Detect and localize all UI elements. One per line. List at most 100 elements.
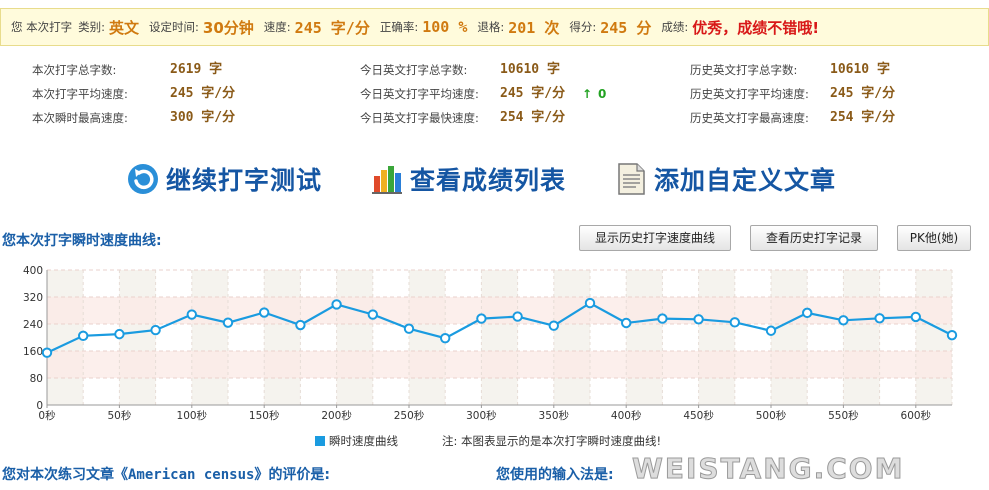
refresh-icon [128,164,158,194]
speed-curve-title: 您本次打字瞬时速度曲线: [2,233,162,249]
data-point [476,313,487,324]
data-point [367,309,378,320]
stat-label: 历史英文打字平均速度: [690,87,809,101]
stat-label: 历史英文打字总字数: [690,63,798,77]
y-axis-labels: 080160240320400 [23,265,43,412]
stat-value: 254 字/分 [830,110,896,125]
x-tick-label: 350秒 [539,409,570,422]
grade-label: 成绩: [661,20,689,34]
backspace-value: 201 次 [508,18,560,37]
data-point [114,328,125,340]
data-point [440,332,451,344]
data-point [802,307,813,319]
data-point [222,317,234,328]
legend-swatch [315,436,325,446]
stat-value: 10610 字 [830,62,890,77]
pk-button[interactable]: PK他(她) [897,225,971,251]
accuracy-value: 100 % [422,18,468,36]
y-tick-label: 160 [23,346,43,358]
statistics-panel: 本次打字总字数: 2619 字 本次打字平均速度: 245 字/分 本次瞬时最高… [0,58,989,134]
rating-prefix: 您对本次练习文章 [2,467,114,483]
stat-label: 今日英文打字总字数: [360,63,468,77]
stat-value: 254 字/分 [500,110,566,125]
column-band [771,270,808,405]
data-point [78,330,89,342]
x-tick-label: 0秒 [38,409,56,422]
backspace-label: 退格: [477,20,505,34]
column-band [481,270,518,405]
view-history-records-button[interactable]: 查看历史打字记录 [750,225,878,251]
stat-label: 今日英文打字最快速度: [360,111,479,125]
data-point [403,323,415,334]
speed-value: 245 字/分 [294,18,370,37]
show-history-curve-button[interactable]: 显示历史打字速度曲线 [579,225,731,251]
arrow-up-icon: ↑ [582,87,593,101]
y-tick-label: 240 [23,319,43,331]
stat-value: 245 字/分 [830,86,896,101]
x-tick-label: 200秒 [321,409,352,422]
chart-bands [47,270,952,405]
time-label: 设定时间: [149,20,199,34]
legend-series-label: 瞬时速度曲线 [329,434,398,448]
continue-typing-link[interactable]: 继续打字测试 [126,158,322,200]
summary-prefix: 您 本次打字 [11,20,73,34]
y-tick-label: 80 [30,373,43,385]
column-band [553,270,590,405]
data-point [186,309,198,320]
stat-label: 本次打字总字数: [32,63,117,77]
stat-label: 今日英文打字平均速度: [360,87,479,101]
data-point [729,317,740,328]
x-tick-label: 250秒 [394,409,425,422]
data-point [295,319,306,331]
row-band [47,297,952,324]
data-point [693,314,704,325]
stat-value: 2619 字 [170,62,223,77]
article-title: 《American census》 [114,467,269,483]
category-label: 类别: [78,20,106,34]
x-tick-label: 600秒 [901,409,932,422]
time-value: 30分钟 [202,18,254,37]
bar-chart-icon [372,166,402,194]
result-summary-bar: 您 本次打字 类别: 英文 设定时间: 30分钟 速度: 245 字/分 正确率… [0,8,989,46]
data-point [657,313,668,324]
speed-curve-chart: 080160240320400 0秒 50秒 100秒 150秒 200秒 250秒 300… [23,265,958,422]
x-axis-labels: 0秒 50秒 100秒 150秒 200秒 250秒 300秒 350秒 400秒 450秒 500… [38,409,931,422]
speed-label: 速度: [263,20,291,34]
stat-value: 10610 字 [500,62,560,77]
column-band [626,270,663,405]
input-method-prompt: 您使用的输入法是: [496,467,614,483]
x-tick-label: 150秒 [249,409,280,422]
x-tick-label: 500秒 [756,409,787,422]
view-results-link[interactable]: 查看成绩列表 [370,158,566,200]
data-point [584,297,596,309]
stat-value: 300 字/分 [170,110,236,125]
column-band [915,270,952,405]
data-point [621,317,632,329]
stat-delta: 0 [598,87,607,101]
x-tick-label: 450秒 [683,409,714,422]
y-tick-label: 320 [23,292,43,304]
data-point [331,299,342,310]
column-band [843,270,880,405]
article-rating-prompt: 您对本次练习文章《American census》的评价是: [2,464,330,484]
add-article-link[interactable]: 添加自定义文章 [614,158,836,200]
y-tick-label: 400 [23,265,43,277]
data-point [874,313,885,324]
data-point [512,311,523,322]
stat-value: 245 字/分 [500,86,566,101]
data-point [548,320,559,331]
chart-legend: 瞬时速度曲线 [315,433,398,449]
data-point [259,307,270,318]
data-point [910,311,921,323]
x-tick-label: 400秒 [611,409,642,422]
x-tick-label: 50秒 [107,409,131,422]
column-band [119,270,156,405]
data-point [838,315,849,326]
action-links: 继续打字测试 查看成绩列表 添加自定义文章 [0,158,989,200]
row-band [47,351,952,378]
data-point [946,329,958,341]
score-label: 得分: [569,20,597,34]
data-point [41,347,53,358]
column-band [698,270,735,405]
watermark: WEISTANG.COM [631,452,905,486]
